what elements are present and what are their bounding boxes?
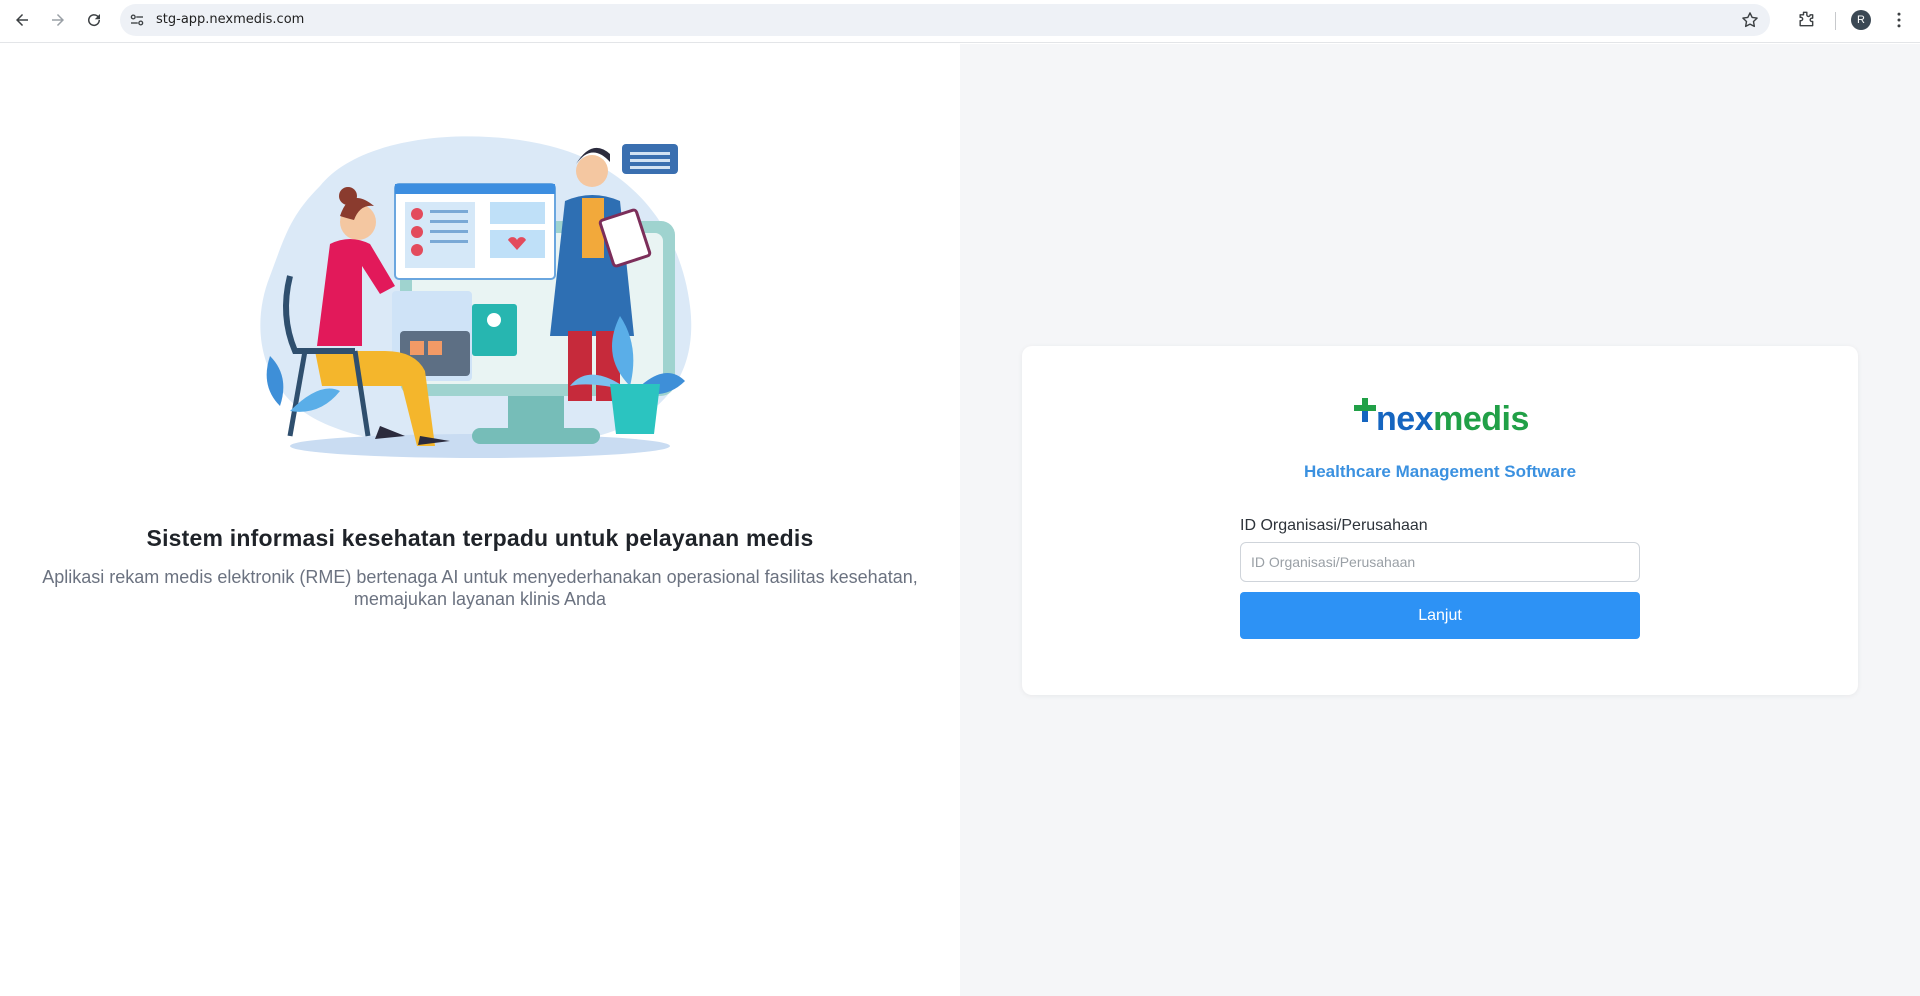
site-info-icon[interactable] [128,11,146,29]
forward-button[interactable] [38,0,78,40]
bookmark-star-icon[interactable] [1740,10,1760,30]
nexmedis-logo: nexmedis [1352,396,1532,442]
extensions-icon[interactable] [1796,9,1816,29]
hero-subtitle-line1: Aplikasi rekam medis elektronik (RME) be… [42,567,918,587]
forward-arrow-icon [52,14,64,26]
hero-subtitle-line2: memajukan layanan klinis Anda [353,589,607,609]
organization-id-input[interactable] [1240,542,1640,582]
tagline: Healthcare Management Software [1303,462,1577,481]
logo-nex: nex [1376,400,1434,438]
browser-toolbar: stg-app.nexmedis.com R [0,0,1920,43]
logo-medis: medis [1433,400,1529,438]
back-arrow-icon [16,14,28,26]
login-card: nexmedis Healthcare Management Software … [1022,346,1858,695]
hero-title: Sistem informasi kesehatan terpadu untuk… [146,525,814,551]
url-text: stg-app.nexmedis.com [156,12,305,27]
reload-button[interactable] [74,0,114,40]
reload-icon [88,14,101,27]
address-bar[interactable]: stg-app.nexmedis.com [120,4,1770,36]
profile-avatar[interactable]: R [1851,10,1871,30]
continue-button[interactable]: Lanjut [1240,592,1640,639]
more-menu-icon[interactable] [1889,10,1909,30]
logo-wordmark: nexmedis [1376,400,1529,439]
back-button[interactable] [2,0,42,40]
hero-subtitle: Aplikasi rekam medis elektronik (RME) be… [40,566,920,610]
medical-cross-icon [1354,398,1376,422]
hero-panel: Sistem informasi kesehatan terpadu untuk… [0,44,960,996]
toolbar-divider [1835,12,1836,30]
organization-id-label: ID Organisasi/Perusahaan [1240,517,1428,534]
doctor-patient-illustration [260,136,692,458]
